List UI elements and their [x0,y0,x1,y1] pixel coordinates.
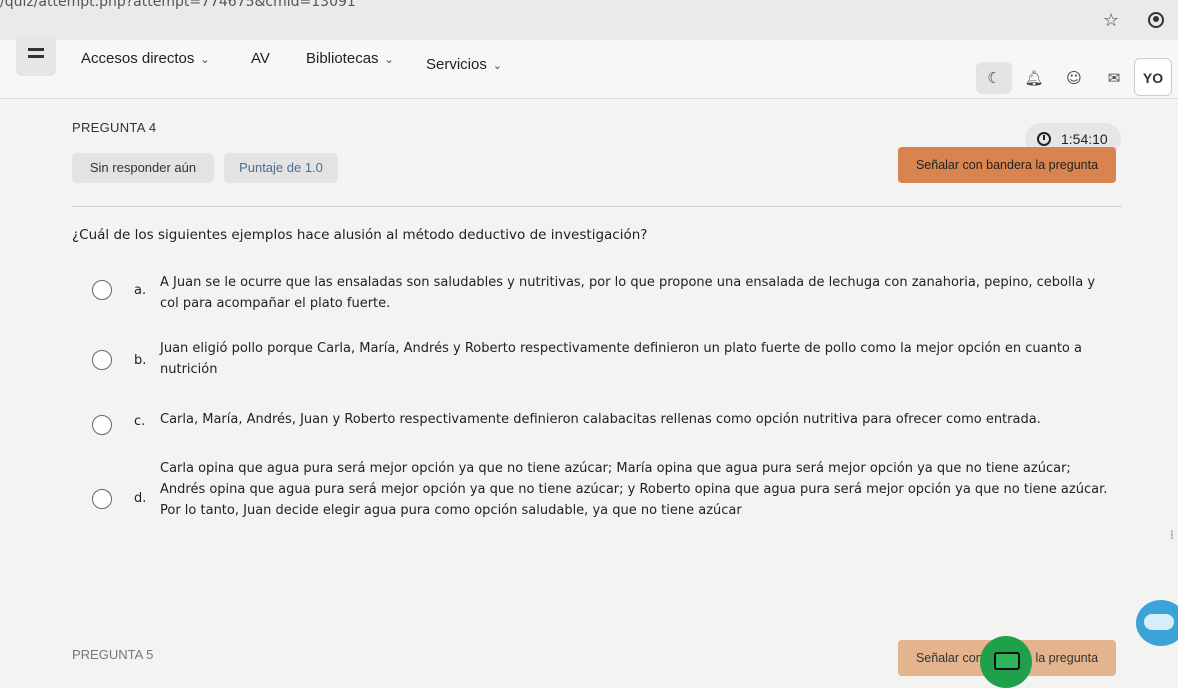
radio-button[interactable] [92,489,112,509]
nav-bibliotecas[interactable]: Bibliotecas ⌄ [306,50,394,67]
nav-av[interactable]: AV [251,50,270,67]
flag-question-button[interactable]: Señalar con bandera la pregunta [898,147,1116,183]
nav-av-label: AV [251,50,270,67]
points-badge: Puntaje de 1.0 [224,153,338,183]
status-badge: Sin responder aún [72,153,214,183]
nav-bibliotecas-label: Bibliotecas [306,50,379,67]
option-text: Juan eligió pollo porque Carla, María, A… [160,341,1082,377]
chat-bubble-icon[interactable]: ☺ [1056,62,1092,94]
option-letter: a. [134,283,147,298]
option-text: Carla, María, Andrés, Juan y Roberto res… [160,412,1041,427]
nav-servicios[interactable]: Servicios ⌄ [426,56,502,73]
option-letter: d. [134,491,147,506]
option-letter: c. [134,414,146,429]
radio-button[interactable] [92,415,112,435]
chevron-down-icon: ⌄ [200,54,210,66]
browser-profile-icon[interactable] [1148,12,1164,28]
divider [72,206,1122,207]
radio-button[interactable] [92,350,112,370]
mail-icon[interactable]: ✉ [1096,62,1132,94]
scroll-marker: ⁞ [1170,528,1174,542]
user-avatar[interactable]: YO [1134,58,1172,96]
timer-value: 1:54:10 [1061,131,1108,147]
site-navbar: Accesos directos ⌄ AV Bibliotecas ⌄ Servic… [0,36,1178,99]
answer-option-a[interactable]: a. A Juan se le ocurre que las ensaladas… [92,274,1122,314]
option-text: Carla opina que agua pura será mejor opc… [160,461,1108,518]
next-question-number: PREGUNTA 5 [72,647,154,662]
answer-option-c[interactable]: c. Carla, María, Andrés, Juan y Roberto … [92,412,1122,436]
bell-icon[interactable]: 🔔︎ [1016,62,1052,94]
bookmark-star-icon[interactable]: ☆ [1103,10,1119,31]
option-text: A Juan se le ocurre que las ensaladas so… [160,275,1096,311]
radio-button[interactable] [92,280,112,300]
nav-accesos-directos-label: Accesos directos [81,50,195,67]
hamburger-menu-button[interactable] [16,36,56,76]
moon-icon[interactable]: ☾ [976,62,1012,94]
question-text: ¿Cuál de los siguientes ejemplos hace al… [72,227,648,243]
browser-url-bar[interactable]: /quiz/attempt.php?attempt=774675&cmid=13… [0,0,1178,41]
helper-bot-icon[interactable] [1136,600,1178,646]
answer-option-b[interactable]: b. Juan eligió pollo porque Carla, María… [92,340,1122,380]
clock-icon [1037,132,1051,146]
chevron-down-icon: ⌄ [384,54,394,66]
nav-accesos-directos[interactable]: Accesos directos ⌄ [81,50,210,67]
nav-servicios-label: Servicios [426,56,487,73]
url-text[interactable]: /quiz/attempt.php?attempt=774675&cmid=13… [0,0,356,10]
question-number: PREGUNTA 4 [72,120,157,135]
option-letter: b. [134,353,147,368]
answer-option-d[interactable]: d. Carla opina que agua pura será mejor … [92,460,1122,524]
chat-widget-icon[interactable] [980,636,1032,688]
chevron-down-icon: ⌄ [492,60,503,72]
